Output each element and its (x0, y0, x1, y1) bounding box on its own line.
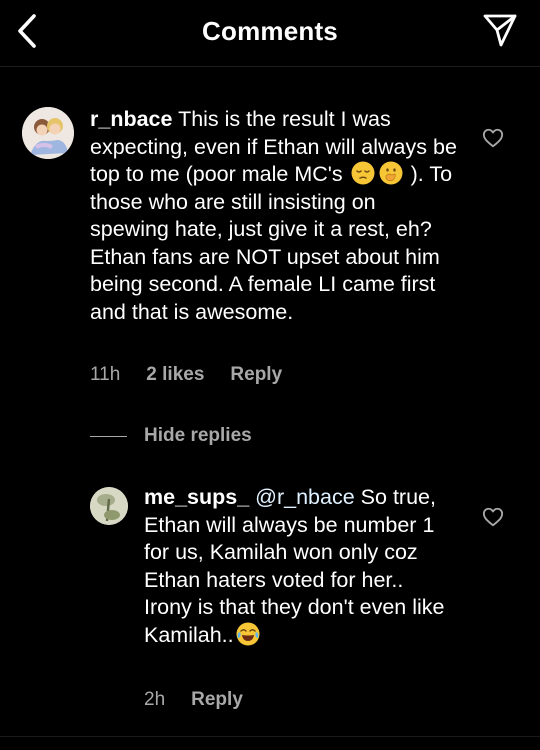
like-reply-button[interactable] (482, 506, 504, 528)
comment-likes-count[interactable]: 2 likes (146, 364, 204, 386)
paper-plane-icon (483, 14, 517, 47)
avatar[interactable] (22, 107, 74, 159)
reply-username[interactable]: me_sups_ (144, 485, 249, 509)
heart-icon (482, 507, 504, 527)
comment-timestamp: 11h (90, 364, 121, 385)
header-divider (0, 66, 540, 67)
header-bar: Comments (0, 0, 540, 62)
reply-button[interactable]: Reply (230, 364, 282, 386)
page-title: Comments (202, 16, 338, 46)
reply-text: So true, Ethan will always be number 1 f… (144, 485, 445, 647)
heart-icon (482, 128, 504, 148)
avatar-illustration-icon (22, 107, 74, 159)
reply-body: me_sups_ @r_nbace So true, Ethan will al… (144, 484, 454, 649)
like-comment-button[interactable] (482, 127, 504, 149)
comment-meta: 11h 2 likes Reply (90, 364, 282, 386)
comment-text-part-2: ). To those who are still insisting on s… (90, 162, 453, 324)
hide-replies-button[interactable]: Hide replies (144, 425, 252, 447)
reply-to-reply-button[interactable]: Reply (191, 689, 243, 711)
face-with-hand-over-mouth-icon (379, 161, 403, 185)
reply-meta: 2h Reply (144, 689, 243, 711)
replies-divider-line (90, 436, 127, 437)
reply-timestamp: 2h (144, 689, 166, 710)
bottom-divider (0, 736, 540, 737)
pensive-face-icon (351, 161, 375, 185)
avatar-photo-icon (90, 487, 128, 525)
reply-avatar[interactable] (90, 487, 128, 525)
comment-username[interactable]: r_nbace (90, 107, 172, 131)
face-with-tears-of-joy-icon (236, 622, 260, 645)
share-button[interactable] (482, 12, 518, 48)
comment-body: r_nbace This is the result I was expecti… (90, 106, 460, 326)
reply-mention-link[interactable]: @r_nbace (255, 485, 355, 509)
